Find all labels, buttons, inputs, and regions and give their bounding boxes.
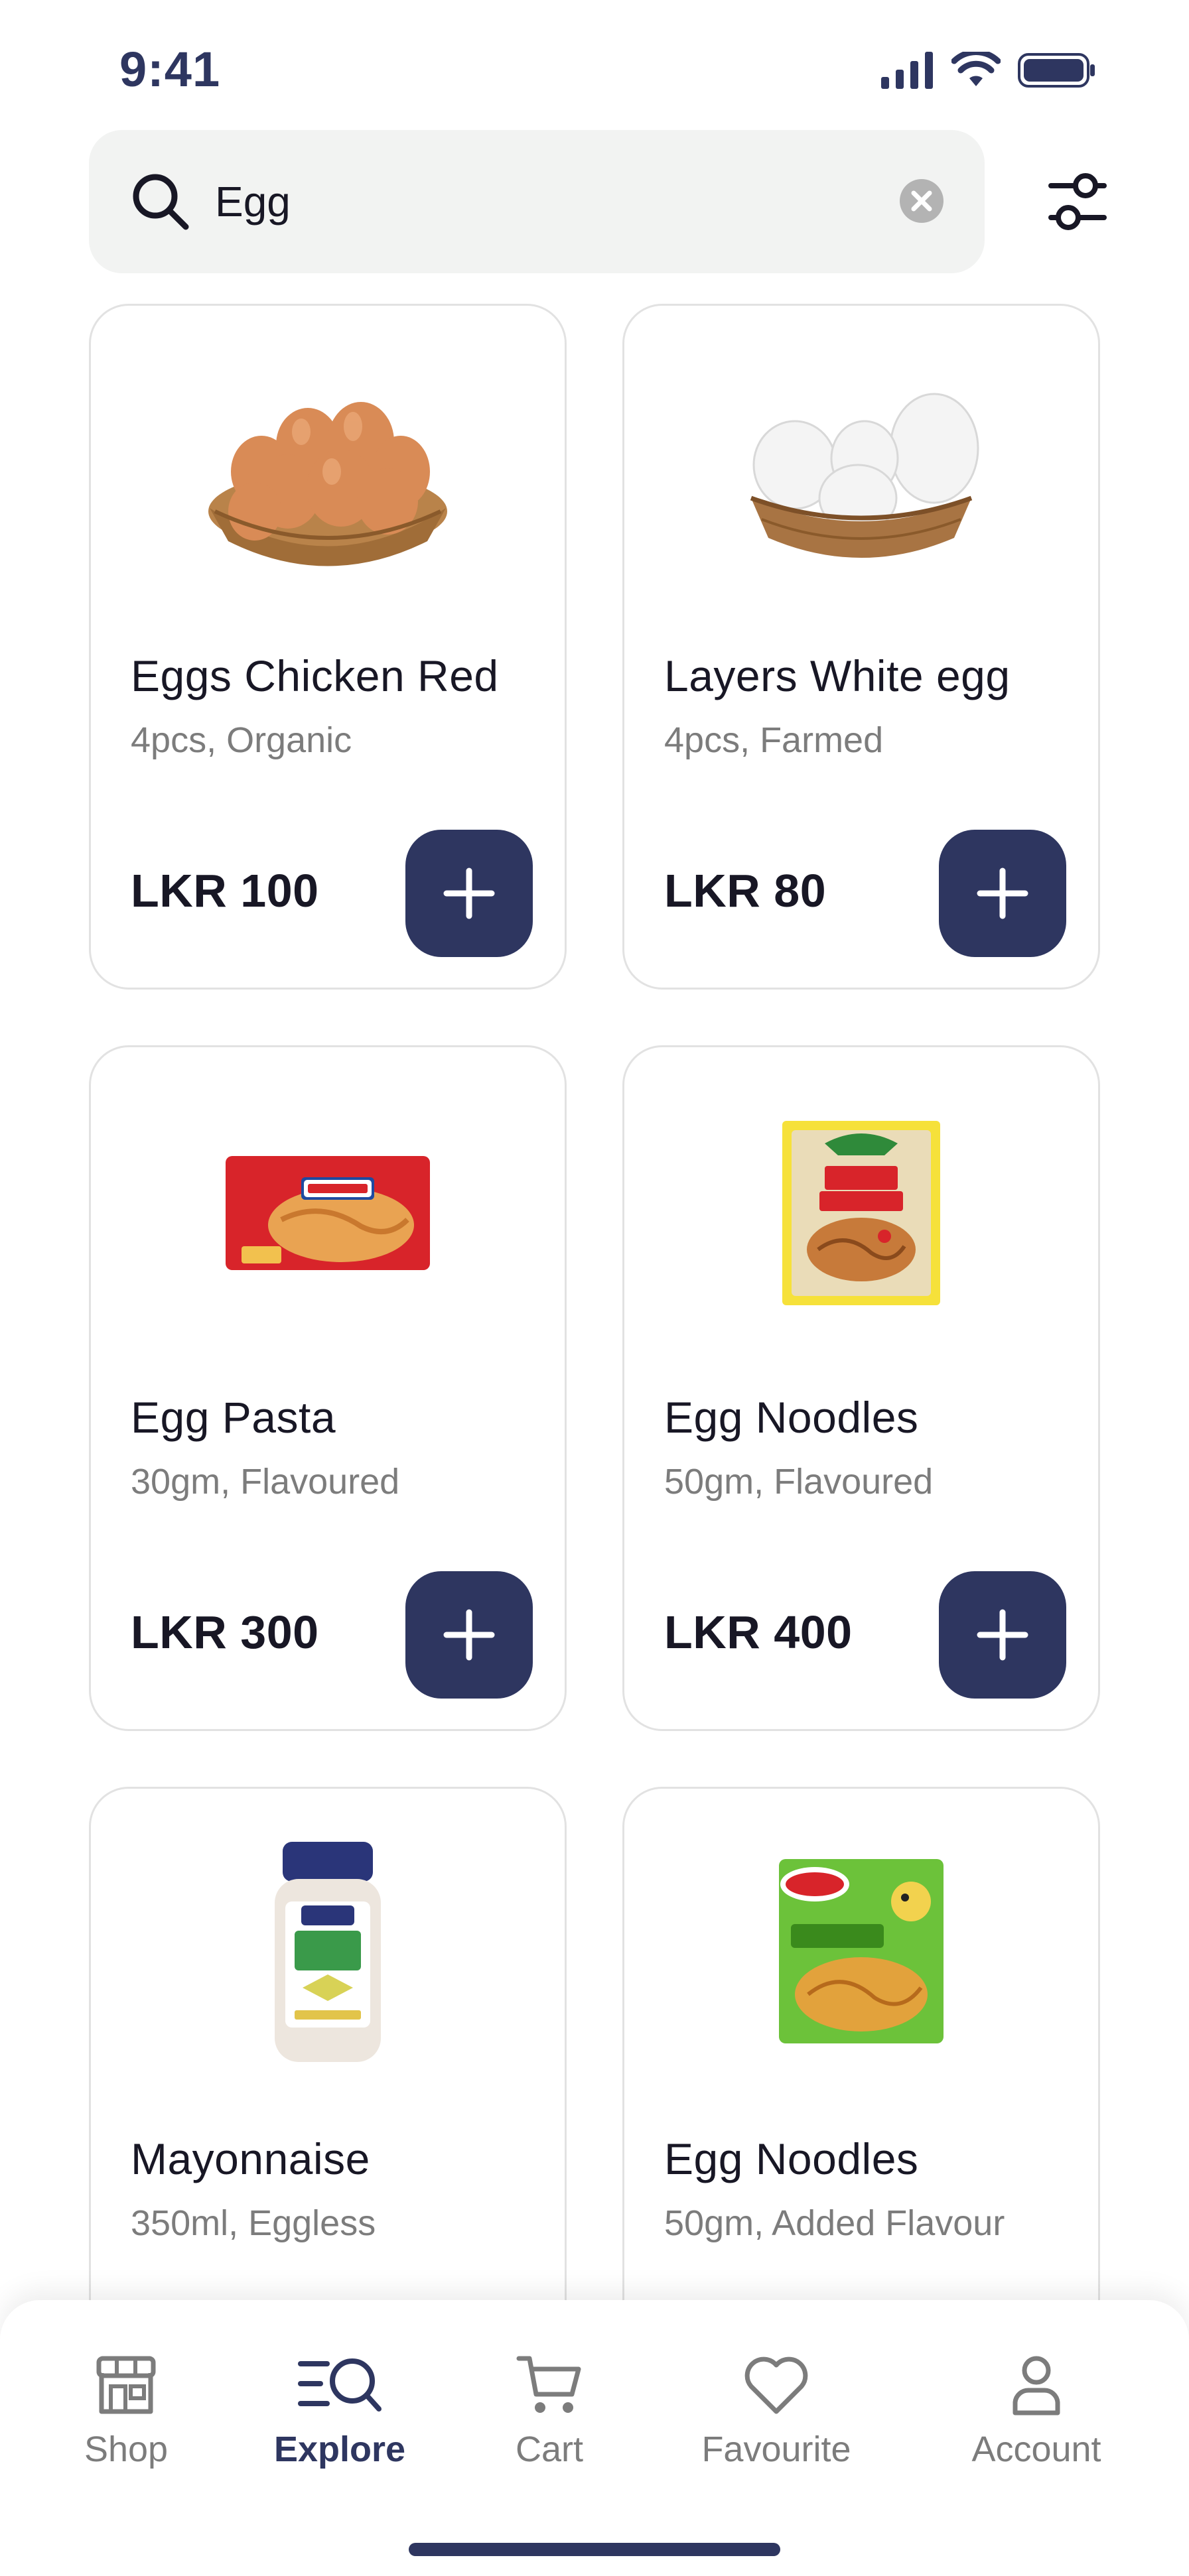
clear-search-icon[interactable] [900, 179, 944, 223]
plus-icon [977, 1609, 1028, 1661]
plus-icon [443, 1609, 495, 1661]
search-bar[interactable] [89, 130, 985, 273]
status-icons [881, 52, 1096, 89]
plus-icon [977, 868, 1028, 919]
product-card[interactable]: Layers White egg 4pcs, Farmed LKR 80 [622, 304, 1100, 990]
bottom-tab-bar: Shop Explore Cart Favourite Account [0, 2300, 1189, 2576]
cart-icon [516, 2356, 581, 2413]
add-to-cart-button[interactable] [405, 830, 533, 957]
add-to-cart-button[interactable] [939, 830, 1066, 957]
signal-icon [881, 52, 933, 89]
heart-icon [744, 2356, 808, 2414]
tab-account[interactable]: Account [950, 2353, 1123, 2499]
tab-label: Favourite [701, 2429, 851, 2469]
product-description: 4pcs, Farmed [664, 720, 884, 760]
product-name: Egg Noodles [664, 2134, 919, 2183]
filter-icon[interactable] [1048, 170, 1107, 233]
battery-icon [1018, 53, 1095, 88]
add-to-cart-button[interactable] [405, 1571, 533, 1699]
product-description: 50gm, Added Flavour [664, 2203, 1005, 2243]
tab-cart[interactable]: Cart [463, 2353, 636, 2499]
product-description: 4pcs, Organic [131, 720, 352, 760]
product-card[interactable]: Eggs Chicken Red 4pcs, Organic LKR 100 [89, 304, 567, 990]
white-eggs-image [624, 365, 1098, 578]
product-description: 350ml, Eggless [131, 2203, 376, 2243]
tab-shop[interactable]: Shop [40, 2353, 212, 2499]
tab-label: Cart [515, 2429, 583, 2469]
product-card[interactable]: Egg Noodles 50gm, Flavoured LKR 400 [622, 1045, 1100, 1731]
product-price: LKR 400 [664, 1606, 853, 1658]
user-icon [1013, 2356, 1060, 2415]
search-icon [133, 174, 189, 230]
brown-eggs-image [91, 365, 565, 578]
product-description: 50gm, Flavoured [664, 1462, 934, 1502]
tab-explore[interactable]: Explore [253, 2353, 426, 2499]
tab-label: Shop [84, 2429, 169, 2469]
egg-noodles-pack-image [624, 1107, 1098, 1319]
pasta-pack-image [91, 1107, 565, 1319]
product-name: Layers White egg [664, 651, 1011, 700]
knorr-noodles-image [624, 1848, 1098, 2054]
product-name: Egg Pasta [131, 1393, 336, 1442]
product-name: Eggs Chicken Red [131, 651, 499, 700]
store-icon [96, 2356, 156, 2414]
explore-search-icon [298, 2358, 382, 2412]
product-price: LKR 80 [664, 865, 827, 917]
plus-icon [443, 868, 495, 919]
home-indicator[interactable] [409, 2543, 780, 2556]
product-description: 30gm, Flavoured [131, 1462, 400, 1502]
add-to-cart-button[interactable] [939, 1571, 1066, 1699]
search-input[interactable] [215, 168, 878, 235]
mayonnaise-jar-image [91, 1835, 565, 2074]
product-price: LKR 100 [131, 865, 319, 917]
product-card[interactable]: Egg Pasta 30gm, Flavoured LKR 300 [89, 1045, 567, 1731]
tab-favourite[interactable]: Favourite [690, 2353, 863, 2499]
status-time: 9:41 [119, 42, 221, 97]
product-price: LKR 300 [131, 1606, 319, 1658]
product-name: Mayonnaise [131, 2134, 370, 2183]
tab-label: Explore [273, 2429, 406, 2469]
wifi-icon [951, 52, 1001, 86]
tab-label: Account [971, 2429, 1101, 2469]
product-name: Egg Noodles [664, 1393, 919, 1442]
status-bar: 9:41 [0, 0, 1189, 133]
